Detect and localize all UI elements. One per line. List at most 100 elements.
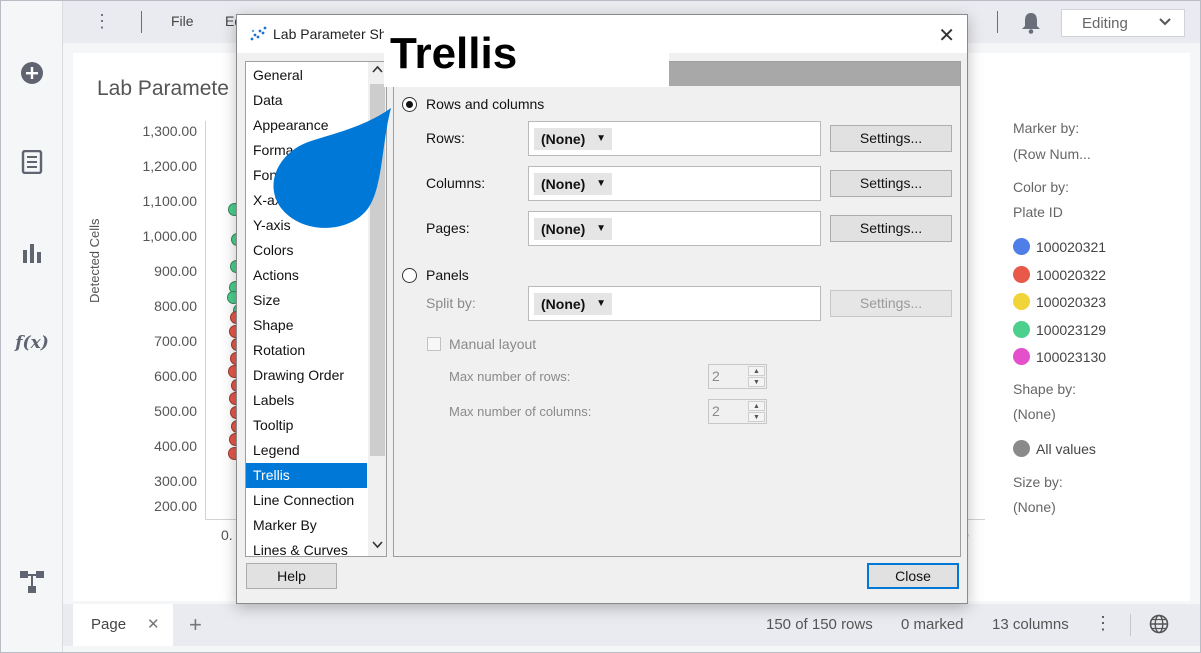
close-icon[interactable]: ✕ bbox=[938, 23, 955, 48]
close-icon[interactable]: ✕ bbox=[147, 615, 160, 633]
size-by-value[interactable]: (None) bbox=[1013, 499, 1056, 515]
manual-layout-checkbox[interactable] bbox=[427, 337, 441, 351]
category-item[interactable]: Drawing Order bbox=[246, 363, 367, 388]
data-table-icon[interactable] bbox=[19, 149, 45, 175]
marker-by-label: Marker by: bbox=[1013, 120, 1080, 136]
split-by-value: (None) bbox=[541, 296, 586, 312]
max-columns-spinner[interactable]: 2 ▲ ▼ bbox=[708, 399, 767, 424]
y-tick-label: 1,200.00 bbox=[142, 158, 198, 174]
legend-item[interactable]: 100023129 bbox=[1013, 320, 1106, 338]
add-page-icon[interactable]: + bbox=[189, 612, 202, 638]
pages-dropdown[interactable]: (None) ▼ bbox=[534, 218, 612, 240]
panels-radio[interactable] bbox=[402, 268, 417, 283]
function-icon[interactable]: f(x) bbox=[15, 330, 49, 356]
pages-settings-button[interactable]: Settings... bbox=[830, 215, 952, 242]
columns-settings-button[interactable]: Settings... bbox=[830, 170, 952, 197]
hierarchy-icon[interactable] bbox=[19, 569, 45, 595]
rows-field[interactable]: (None) ▼ bbox=[528, 121, 821, 156]
left-rail: f(x) bbox=[1, 1, 63, 652]
category-item[interactable]: Size bbox=[246, 288, 367, 313]
spin-down-icon[interactable]: ▼ bbox=[748, 412, 765, 422]
max-rows-spinner[interactable]: 2 ▲ ▼ bbox=[708, 364, 767, 389]
overlay-heading: Trellis bbox=[384, 27, 669, 87]
category-item[interactable]: Labels bbox=[246, 388, 367, 413]
shape-by-value[interactable]: (None) bbox=[1013, 406, 1056, 422]
category-item[interactable]: Colors bbox=[246, 238, 367, 263]
spin-up-icon[interactable]: ▲ bbox=[748, 401, 765, 411]
legend-item[interactable]: 100020321 bbox=[1013, 238, 1106, 255]
caret-down-icon: ▼ bbox=[596, 298, 606, 309]
category-item[interactable]: Actions bbox=[246, 263, 367, 288]
mode-dropdown[interactable]: Editing bbox=[1061, 9, 1185, 37]
legend-item[interactable]: 100020323 bbox=[1013, 293, 1106, 310]
category-item[interactable]: Rotation bbox=[246, 338, 367, 363]
y-tick-label: 800.00 bbox=[154, 298, 197, 314]
close-button[interactable]: Close bbox=[867, 563, 959, 589]
columns-field[interactable]: (None) ▼ bbox=[528, 166, 821, 201]
legend-swatch bbox=[1013, 293, 1030, 310]
bar-chart-icon[interactable] bbox=[19, 239, 45, 265]
more-vertical-icon[interactable]: ⋮ bbox=[1094, 613, 1112, 634]
more-vertical-icon[interactable]: ⋮ bbox=[93, 11, 111, 31]
globe-icon[interactable] bbox=[1149, 614, 1169, 638]
status-divider bbox=[1130, 614, 1131, 636]
rows-dropdown[interactable]: (None) ▼ bbox=[534, 128, 612, 150]
chart-title: Lab Paramete bbox=[97, 77, 229, 100]
columns-dropdown[interactable]: (None) ▼ bbox=[534, 173, 612, 195]
category-item[interactable]: Shape bbox=[246, 313, 367, 338]
legend-item[interactable]: 100020322 bbox=[1013, 265, 1106, 283]
category-item[interactable]: General bbox=[246, 63, 367, 88]
chevron-up-icon[interactable] bbox=[372, 64, 383, 76]
spin-up-icon[interactable]: ▲ bbox=[748, 366, 765, 376]
y-tick-label: 700.00 bbox=[154, 333, 197, 349]
max-columns-label: Max number of columns: bbox=[449, 404, 592, 419]
y-tick-label: 900.00 bbox=[154, 263, 197, 279]
row-count: 150 of 150 rows bbox=[766, 616, 873, 633]
app-window: f(x) ⋮ File Ed Editing Lab Paramete 1,30… bbox=[0, 0, 1201, 653]
legend-item-label: 100020321 bbox=[1036, 239, 1107, 255]
column-count: 13 columns bbox=[992, 616, 1069, 633]
y-axis-label: Detected Cells bbox=[87, 218, 102, 303]
panels-label: Panels bbox=[426, 267, 469, 283]
marker-by-value[interactable]: (Row Num... bbox=[1013, 146, 1091, 162]
chevron-down-icon[interactable] bbox=[372, 540, 383, 552]
split-by-dropdown[interactable]: (None) ▼ bbox=[534, 293, 612, 315]
dialog-title: Lab Parameter Sh bbox=[273, 26, 387, 42]
shape-by-label: Shape by: bbox=[1013, 381, 1077, 397]
spin-down-icon[interactable]: ▼ bbox=[748, 377, 765, 387]
add-icon[interactable] bbox=[19, 60, 45, 86]
category-item[interactable]: Marker By bbox=[246, 513, 367, 538]
category-item[interactable]: Line Connection bbox=[246, 488, 367, 513]
legend-swatch bbox=[1013, 265, 1030, 283]
split-by-settings-button[interactable]: Settings... bbox=[830, 290, 952, 317]
bell-icon[interactable] bbox=[1021, 12, 1041, 39]
rows-label: Rows: bbox=[426, 130, 465, 146]
caret-down-icon: ▼ bbox=[596, 133, 606, 144]
legend-item-all-values[interactable]: All values bbox=[1013, 440, 1096, 457]
y-tick-label: 300.00 bbox=[154, 473, 197, 489]
y-tick-label: 1,000.00 bbox=[142, 228, 198, 244]
category-item[interactable]: Trellis bbox=[246, 463, 367, 488]
legend-item[interactable]: 100023130 bbox=[1013, 348, 1106, 365]
pages-field[interactable]: (None) ▼ bbox=[528, 211, 821, 246]
legend-item-label: 100020323 bbox=[1036, 294, 1107, 310]
split-by-field[interactable]: (None) ▼ bbox=[528, 286, 821, 321]
color-by-value[interactable]: Plate ID bbox=[1013, 204, 1063, 220]
callout-pointer bbox=[273, 108, 391, 228]
pages-label: Pages: bbox=[426, 220, 470, 236]
rows-settings-button[interactable]: Settings... bbox=[830, 125, 952, 152]
category-item[interactable]: Lines & Curves bbox=[246, 538, 367, 556]
menu-file[interactable]: File bbox=[171, 13, 194, 29]
columns-label: Columns: bbox=[426, 175, 486, 191]
category-item[interactable]: Tooltip bbox=[246, 413, 367, 438]
category-item[interactable]: Legend bbox=[246, 438, 367, 463]
y-tick-label: 1,100.00 bbox=[142, 193, 198, 209]
y-axis-line bbox=[205, 121, 206, 519]
mode-label: Editing bbox=[1082, 15, 1128, 32]
legend-swatch bbox=[1013, 348, 1030, 365]
page-tab[interactable]: Page ✕ bbox=[73, 604, 173, 646]
help-button[interactable]: Help bbox=[246, 563, 337, 589]
rows-and-columns-radio[interactable] bbox=[402, 97, 417, 112]
toolbar-divider bbox=[141, 11, 142, 33]
scatter-plot-icon bbox=[249, 26, 267, 47]
